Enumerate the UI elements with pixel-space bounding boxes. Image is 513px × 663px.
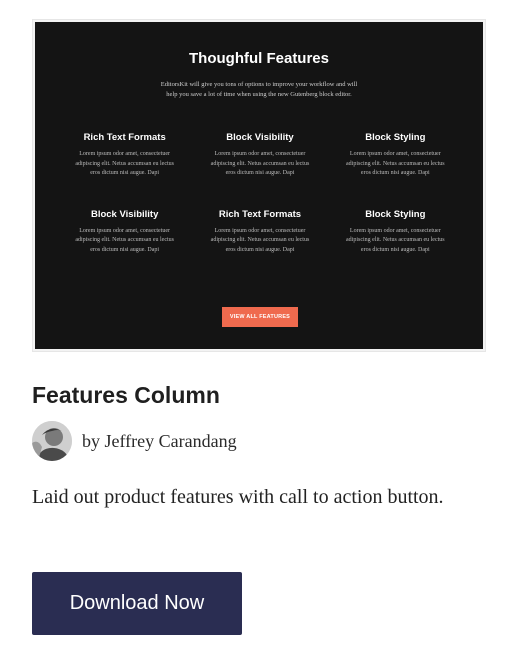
preview-view-all-button: VIEW ALL FEATURES bbox=[222, 307, 298, 327]
preview-feature-text: Lorem ipsum odor amet, consectetuer adip… bbox=[210, 151, 310, 176]
template-description: Laid out product features with call to a… bbox=[32, 486, 444, 508]
avatar-photo-icon bbox=[32, 421, 72, 461]
preview-feature-text: Lorem ipsum odor amet, consectetuer adip… bbox=[75, 151, 174, 176]
preview-feature-text: Lorem ipsum odor amet, consectetuer adip… bbox=[346, 227, 445, 253]
preview-feature-text: Lorem ipsum odor amet, consectetuer adip… bbox=[210, 227, 310, 253]
preview-feature-title: Block Visibility bbox=[90, 208, 159, 220]
preview-feature: Block Visibility Lorem ipsum odor amet, … bbox=[57, 209, 192, 256]
preview-title: Thoughful Features bbox=[189, 50, 329, 67]
preview-feature-title: Block Visibility bbox=[226, 132, 294, 143]
preview-feature: Block Visibility Lorem ipsum odor amet, … bbox=[192, 132, 327, 179]
author-avatar bbox=[32, 421, 72, 461]
preview-feature-title: Block Styling bbox=[365, 208, 426, 220]
template-preview[interactable]: Thoughful Features EditorsKit will give … bbox=[32, 19, 486, 352]
preview-feature: Block Styling Lorem ipsum odor amet, con… bbox=[328, 132, 463, 179]
preview-feature: Rich Text Formats Lorem ipsum odor amet,… bbox=[192, 209, 327, 256]
download-now-button[interactable]: Download Now bbox=[32, 572, 242, 635]
preview-feature-title: Rich Text Formats bbox=[83, 132, 166, 143]
preview-feature-grid: Rich Text Formats Lorem ipsum odor amet,… bbox=[57, 132, 463, 255]
preview-intro: EditorsKit will give you tons of options… bbox=[160, 81, 358, 98]
template-title[interactable]: Features Column bbox=[32, 382, 220, 409]
preview-feature-text: Lorem ipsum odor amet, consectetuer adip… bbox=[346, 151, 445, 176]
preview-feature-title: Rich Text Formats bbox=[218, 208, 302, 220]
preview-feature: Block Styling Lorem ipsum odor amet, con… bbox=[328, 209, 463, 256]
preview-feature-text: Lorem ipsum odor amet, consectetuer adip… bbox=[75, 227, 174, 253]
preview-feature-title: Block Styling bbox=[365, 132, 426, 143]
author-row: by Jeffrey Carandang bbox=[32, 420, 237, 462]
author-byline: by Jeffrey Carandang bbox=[82, 430, 237, 451]
template-preview-image: Thoughful Features EditorsKit will give … bbox=[35, 22, 483, 349]
preview-feature: Rich Text Formats Lorem ipsum odor amet,… bbox=[57, 132, 192, 179]
